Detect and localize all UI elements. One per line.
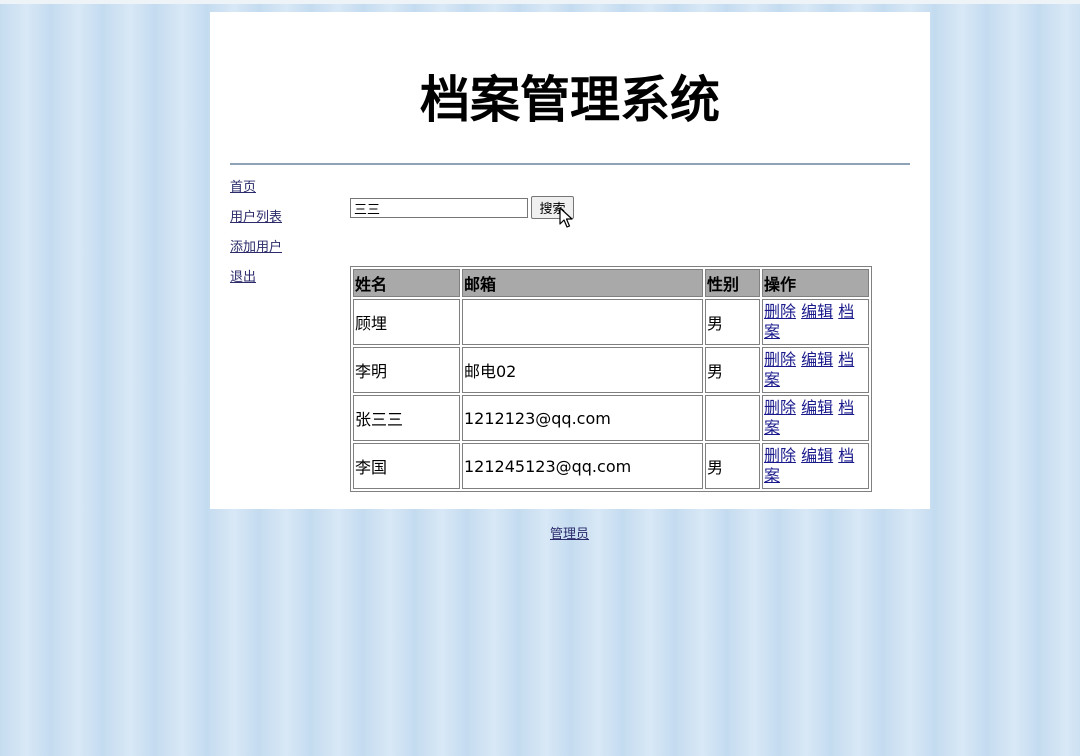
sidebar-item-user-list[interactable]: 用户列表 — [230, 210, 330, 240]
delete-link[interactable]: 删除 — [764, 398, 796, 417]
cell-sex: 男 — [705, 347, 760, 393]
footer-admin-link[interactable]: 管理员 — [550, 523, 589, 542]
cell-actions: 删除 编辑 档案 — [762, 395, 869, 441]
table-row: 李国 121245123@qq.com 男 删除 编辑 档案 — [353, 443, 869, 489]
column-header-email: 邮箱 — [462, 269, 703, 297]
page-title: 档案管理系统 — [420, 71, 720, 129]
sidebar-item-add-user[interactable]: 添加用户 — [230, 240, 330, 270]
cell-email: 121245123@qq.com — [462, 443, 703, 489]
search-button[interactable]: 搜索 — [531, 196, 574, 219]
cell-actions: 删除 编辑 档案 — [762, 443, 869, 489]
table-header-row: 姓名 邮箱 性别 操作 — [353, 269, 869, 297]
delete-link[interactable]: 删除 — [764, 302, 796, 321]
sidebar-nav: 首页 用户列表 添加用户 退出 — [230, 180, 330, 300]
user-table: 姓名 邮箱 性别 操作 顾埋 男 删除 编辑 档案 李明 邮电02 男 删除 编… — [350, 266, 872, 492]
cell-name: 李明 — [353, 347, 460, 393]
table-row: 张三三 1212123@qq.com 删除 编辑 档案 — [353, 395, 869, 441]
search-input[interactable] — [350, 198, 528, 218]
cell-email: 1212123@qq.com — [462, 395, 703, 441]
main-panel: 档案管理系统 首页 用户列表 添加用户 退出 搜索 姓名 邮箱 性别 操作 顾埋… — [210, 12, 930, 509]
cell-name: 顾埋 — [353, 299, 460, 345]
cell-sex: 男 — [705, 443, 760, 489]
top-strip — [0, 0, 1080, 4]
edit-link[interactable]: 编辑 — [801, 302, 833, 321]
cell-name: 张三三 — [353, 395, 460, 441]
cell-actions: 删除 编辑 档案 — [762, 347, 869, 393]
edit-link[interactable]: 编辑 — [801, 350, 833, 369]
edit-link[interactable]: 编辑 — [801, 446, 833, 465]
column-header-actions: 操作 — [762, 269, 869, 297]
table-row: 顾埋 男 删除 编辑 档案 — [353, 299, 869, 345]
sidebar-item-logout[interactable]: 退出 — [230, 270, 330, 300]
header-divider — [230, 163, 910, 165]
cell-email: 邮电02 — [462, 347, 703, 393]
delete-link[interactable]: 删除 — [764, 350, 796, 369]
cell-actions: 删除 编辑 档案 — [762, 299, 869, 345]
table-row: 李明 邮电02 男 删除 编辑 档案 — [353, 347, 869, 393]
cell-sex — [705, 395, 760, 441]
delete-link[interactable]: 删除 — [764, 446, 796, 465]
column-header-name: 姓名 — [353, 269, 460, 297]
cell-sex: 男 — [705, 299, 760, 345]
sidebar-item-home[interactable]: 首页 — [230, 180, 330, 210]
edit-link[interactable]: 编辑 — [801, 398, 833, 417]
cell-email — [462, 299, 703, 345]
cell-name: 李国 — [353, 443, 460, 489]
column-header-sex: 性别 — [705, 269, 760, 297]
